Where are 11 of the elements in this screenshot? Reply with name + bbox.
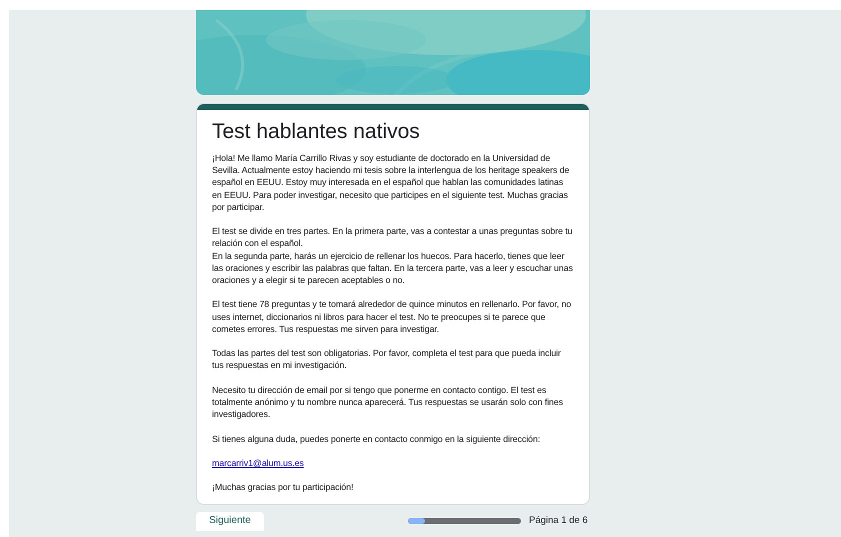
- paragraph: ¡Hola! Me llamo María Carrillo Rivas y soy estudiante de doctorado en la Universidad de Sevilla. Actualmente estoy haciendo mi tesis sobre la interlengua de los heritage speakers de español en EEUU. Estoy muy interesada en el español que hablan las comunidades latinas en EEUU. Para poder investigar, necesito que participes en el siguiente test. Muchas gracias por participar.: [212, 152, 570, 214]
- email-link[interactable]: marcarriv1@alum.us.es: [212, 458, 304, 468]
- next-button[interactable]: Siguiente: [196, 512, 264, 531]
- paragraph: El test se divide en tres partes. En la primera parte, vas a contestar a unas preguntas sobre tu relación con el español. En la segunda parte, harás un ejercicio de rellenar los huecos. Para hacerlo, tienes que leer las oraciones y escribir las palabras que faltan. En la tercera parte, vas a leer y escuchar unas oraciones y a elegir si te parecen aceptables o no.: [212, 225, 574, 286]
- paragraph: Todas las partes del test son obligatorias. Por favor, completa el test para que pueda incluir tus respuestas en mi investigación.: [212, 347, 562, 372]
- paragraph: Necesito tu dirección de email por si tengo que ponerme en contacto contigo. El test es totalmente anónimo y tu nombre nunca aparecerá. Tus respuestas se usarán solo con fines investigadores.: [212, 384, 564, 420]
- paragraph: Si tienes alguna duda, puedes ponerte en contacto conmigo en la siguiente dirección:: [212, 432, 542, 445]
- page-indicator: Página 1 de 6: [529, 515, 588, 528]
- form-title: Test hablantes nativos: [212, 119, 421, 145]
- closing-text: ¡Muchas gracias por tu participación!: [212, 481, 354, 494]
- paragraph: El test tiene 78 preguntas y te tomará alrededor de quince minutos en rellenarlo. Por favor, no uses internet, diccionarios ni libros para hacer el test. No te preocupes si te parece que cometes errores. Tus respuestas me sirven para investigar.: [212, 298, 572, 336]
